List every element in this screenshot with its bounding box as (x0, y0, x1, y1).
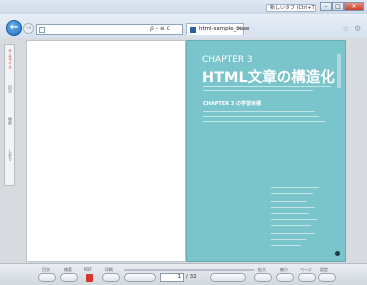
next-page-button[interactable] (210, 273, 246, 282)
page-marker (335, 251, 340, 256)
goal-line (203, 116, 319, 117)
maximize-button[interactable]: □ (332, 2, 344, 11)
settings-button[interactable] (318, 273, 336, 282)
toc-line (271, 213, 309, 214)
toc-line (271, 245, 301, 246)
pdf-icon[interactable] (86, 274, 93, 282)
page-total: / 32 (186, 274, 197, 280)
zoom-out-button[interactable] (276, 273, 294, 282)
toc-line (271, 207, 315, 208)
toc-line (271, 219, 317, 220)
new-tab-button[interactable]: 新しいタブ (Ctrl+T) (266, 4, 316, 12)
page-number-input[interactable]: 1 (160, 273, 184, 282)
minimize-button[interactable]: – (320, 2, 332, 11)
panel-tab-bookmarks[interactable]: しおり (6, 149, 14, 161)
prev-page-button[interactable] (124, 273, 156, 282)
panel-tab-toc[interactable]: 目次 (6, 85, 14, 93)
tab-close-icon[interactable]: × (237, 25, 242, 32)
right-page: CHAPTER 3 HTML文章の構造化 CHAPTER 3 の学習目標 (186, 40, 346, 262)
close-button[interactable]: ✕ (344, 2, 364, 11)
page-icon (39, 27, 45, 33)
title-bar: 新しいタブ (Ctrl+T) – □ ✕ (0, 0, 367, 14)
gear-icon[interactable]: ⚙ (354, 24, 361, 33)
toolbar-label: PDF (84, 267, 92, 272)
tab-favicon-icon (190, 27, 196, 33)
subtitle-line (203, 90, 313, 91)
toc-line (271, 201, 307, 202)
document-spread: CHAPTER 3 HTML文章の構造化 CHAPTER 3 の学習目標 (26, 40, 348, 262)
back-button[interactable]: ← (6, 20, 22, 36)
subtitle-line (203, 86, 331, 87)
goals-heading: CHAPTER 3 の学習目標 (203, 101, 262, 107)
zoom-slider[interactable] (124, 269, 254, 271)
search-button[interactable] (60, 273, 78, 282)
toc-line (271, 187, 319, 188)
left-page (26, 40, 186, 262)
page-button[interactable] (298, 273, 316, 282)
print-button[interactable] (102, 273, 120, 282)
toc-line (271, 233, 315, 234)
toc-line (271, 225, 311, 226)
favorites-star-icon[interactable]: ☆ (342, 24, 349, 33)
browser-tab[interactable]: html-sample_base × (186, 23, 249, 35)
search-icon[interactable]: ρ - ≡ c (150, 25, 170, 32)
toc-line (271, 239, 307, 240)
side-running-head (337, 54, 341, 88)
viewer-toolbar: 目次 検索 PDF 印刷 拡大 縮小 ページ 設定 1 / 32 (0, 263, 367, 285)
navigation-panel: サムネイル 目次 検索 しおり (4, 44, 15, 186)
goal-line (203, 111, 315, 112)
panel-tab-search[interactable]: 検索 (6, 117, 14, 125)
zoom-in-button[interactable] (254, 273, 272, 282)
chapter-title: HTML文章の構造化 (202, 70, 335, 86)
panel-tab-thumbnails[interactable]: サムネイル (6, 49, 14, 69)
chapter-label: CHAPTER 3 (202, 55, 253, 65)
forward-button[interactable]: → (23, 23, 34, 34)
toc-line (271, 193, 313, 194)
toc-button[interactable] (38, 273, 56, 282)
goal-line (203, 121, 325, 122)
